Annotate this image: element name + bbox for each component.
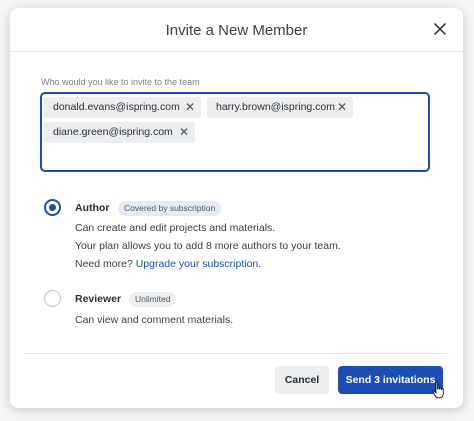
author-description: Can create and edit projects and materia… <box>75 222 276 234</box>
invite-field-label: Who would you like to invite to the team <box>41 77 200 87</box>
author-badge: Covered by subscription <box>118 201 222 216</box>
email-chip: donald.evans@ispring.com ✕ <box>44 97 201 118</box>
email-chip: harry.brown@ispring.com ✕ <box>207 97 353 118</box>
upgrade-period: . <box>258 258 262 270</box>
email-tag-input[interactable]: donald.evans@ispring.com ✕ harry.brown@i… <box>40 92 430 172</box>
email-chip-label: harry.brown@ispring.com <box>216 101 336 113</box>
reviewer-role-name: Reviewer <box>75 293 122 305</box>
author-radio[interactable] <box>44 199 61 216</box>
email-chip-label: donald.evans@ispring.com <box>53 101 180 113</box>
close-icon[interactable]: ✕ <box>337 97 347 118</box>
upgrade-subscription-link[interactable]: Upgrade your subscription <box>136 258 259 270</box>
close-icon[interactable]: ✕ <box>179 122 189 143</box>
dialog-title: Invite a New Member <box>165 22 308 39</box>
invite-member-dialog: Invite a New Member Who would you like t… <box>10 8 463 408</box>
cancel-button[interactable]: Cancel <box>275 366 329 394</box>
hand-pointer-icon <box>432 381 444 399</box>
reviewer-radio[interactable] <box>44 290 61 307</box>
footer-divider <box>24 353 449 354</box>
close-icon[interactable] <box>431 20 449 38</box>
upgrade-line: Need more? Upgrade your subscription. <box>75 258 261 270</box>
reviewer-description: Can view and comment materials. <box>75 314 234 326</box>
send-invitations-button[interactable]: Send 3 invitations <box>338 366 443 394</box>
author-plan-note: Your plan allows you to add 8 more autho… <box>75 240 341 252</box>
email-chip-label: diane.green@ispring.com <box>53 126 173 138</box>
reviewer-badge: Unlimited <box>129 292 177 307</box>
need-more-text: Need more? <box>75 258 133 270</box>
dialog-header: Invite a New Member <box>10 8 463 52</box>
email-chip: diane.green@ispring.com ✕ <box>44 122 195 143</box>
author-role-name: Author <box>75 202 110 214</box>
close-icon[interactable]: ✕ <box>185 97 195 118</box>
